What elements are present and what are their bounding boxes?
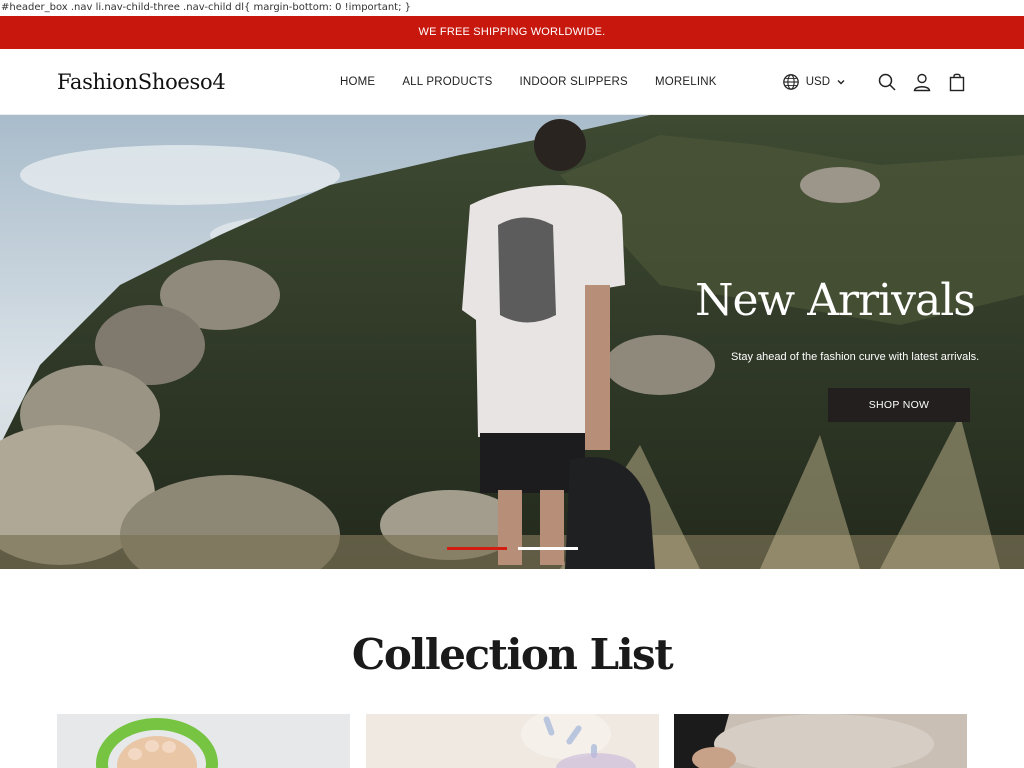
currency-label: USD [805, 76, 830, 88]
announcement-bar: WE FREE SHIPPING WORLDWIDE. [0, 16, 1024, 49]
shop-now-button[interactable]: SHOP NOW [828, 388, 970, 422]
announcement-text: WE FREE SHIPPING WORLDWIDE. [418, 26, 606, 38]
nav-item-indoor-slippers[interactable]: INDOOR SLIPPERS [519, 76, 627, 88]
collection-list-title: Collection List [351, 630, 674, 679]
hero-subtitle: Stay ahead of the fashion curve with lat… [731, 351, 980, 363]
nav-item-morelink[interactable]: MORELINK [655, 76, 717, 88]
site-logo[interactable]: FashionShoeso4 [57, 49, 226, 115]
collection-image [674, 714, 967, 768]
slide-indicator-2[interactable] [518, 547, 578, 550]
collection-image [366, 714, 659, 768]
debug-css-text: #header_box .nav li.nav-child-three .nav… [1, 2, 411, 13]
main-nav: HOME ALL PRODUCTS INDOOR SLIPPERS MORELI… [340, 49, 744, 115]
collection-card[interactable] [57, 714, 350, 768]
collection-card[interactable] [674, 714, 967, 768]
collection-image [57, 714, 350, 768]
slide-indicator-1[interactable] [447, 547, 507, 550]
collection-grid [57, 714, 967, 768]
hero-image [0, 115, 1024, 569]
cart-icon[interactable] [947, 72, 967, 92]
globe-icon [782, 74, 799, 90]
site-header: FashionShoeso4 HOME ALL PRODUCTS INDOOR … [0, 49, 1024, 115]
currency-selector[interactable]: USD [782, 73, 846, 91]
collection-card[interactable] [366, 714, 659, 768]
account-icon[interactable] [912, 72, 932, 92]
hero-slideshow: New Arrivals Stay ahead of the fashion c… [0, 115, 1024, 569]
header-tools: USD [782, 49, 967, 115]
chevron-down-icon [837, 80, 845, 85]
nav-item-all-products[interactable]: ALL PRODUCTS [402, 76, 492, 88]
search-icon[interactable] [877, 72, 897, 92]
hero-title: New Arrivals [695, 275, 976, 326]
nav-item-home[interactable]: HOME [340, 76, 375, 88]
